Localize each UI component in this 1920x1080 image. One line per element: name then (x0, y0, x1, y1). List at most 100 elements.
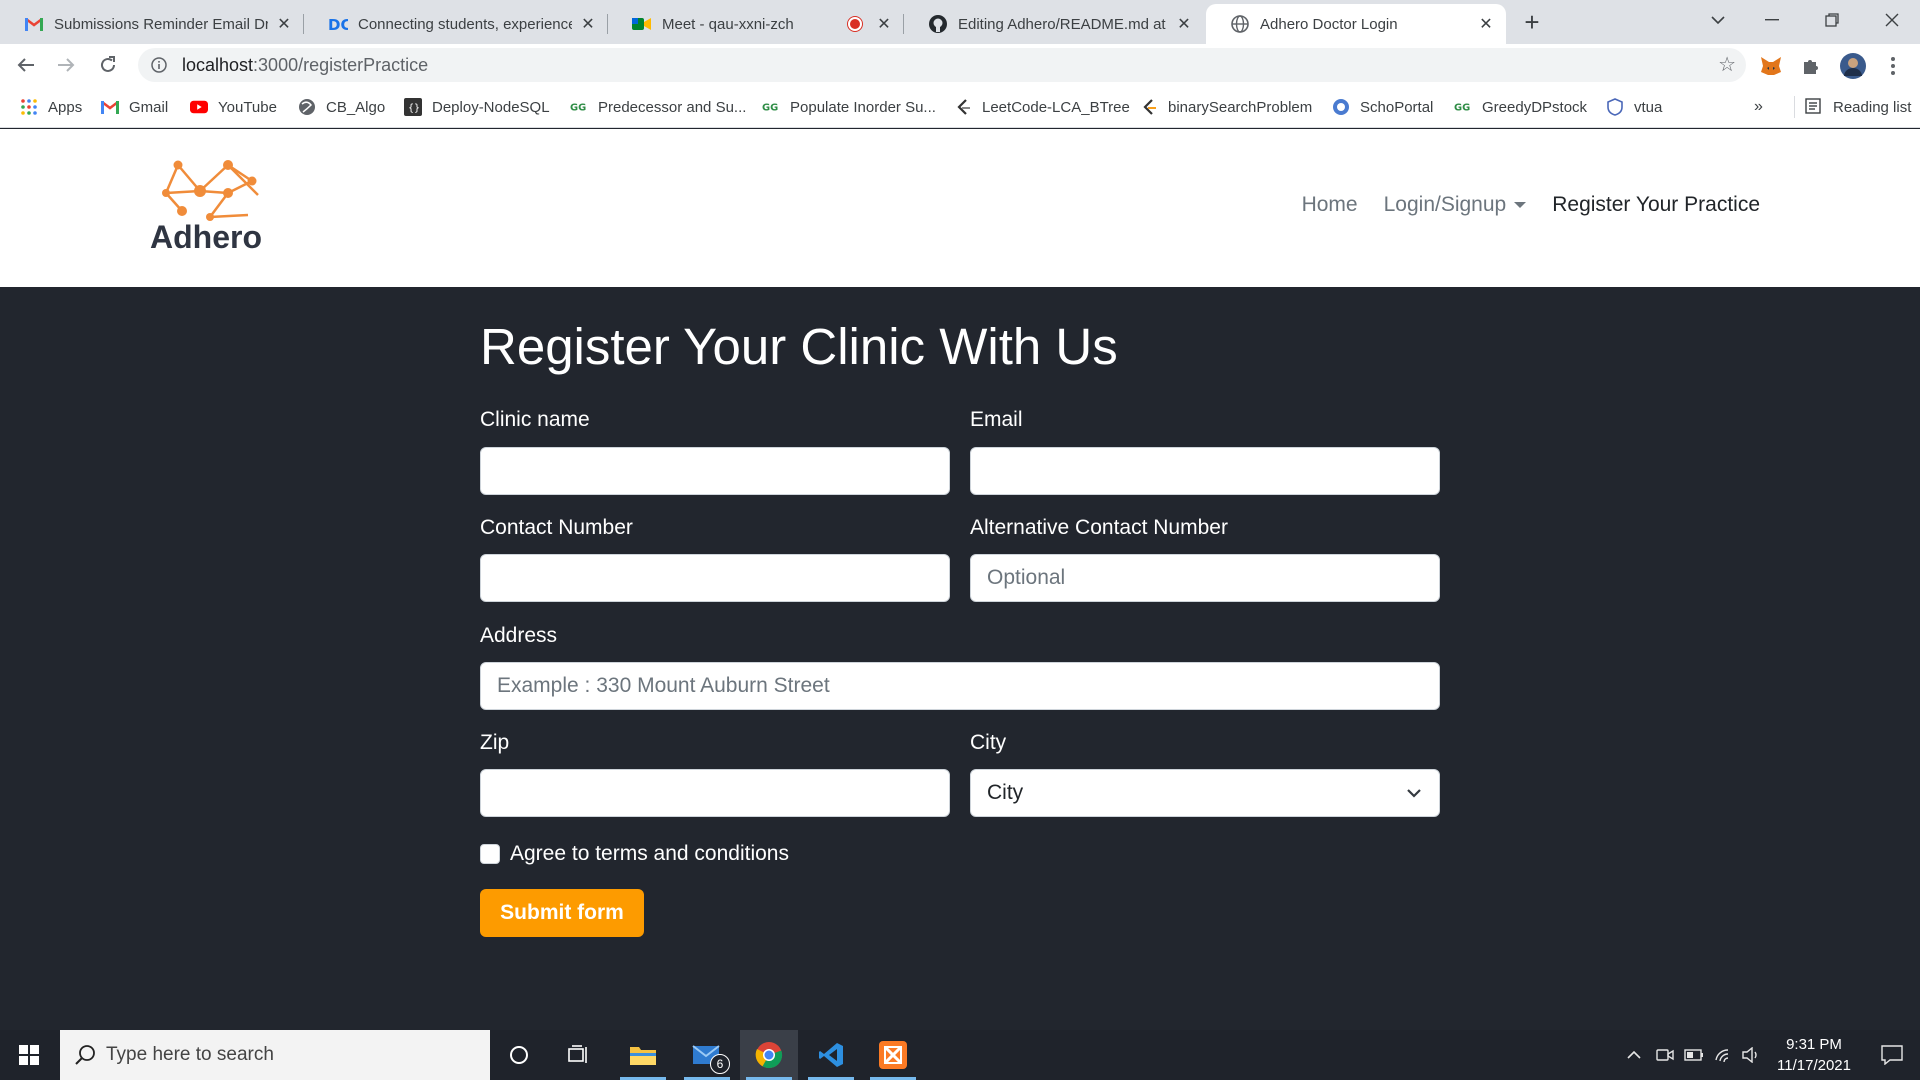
chevron-down-icon (1407, 789, 1421, 798)
close-tab-icon[interactable]: ✕ (1476, 14, 1496, 34)
bookmark-label: Populate Inorder Su... (790, 98, 936, 116)
reload-icon[interactable] (92, 49, 124, 81)
chevron-up-icon[interactable] (1620, 1030, 1648, 1080)
svg-text:DC: DC (328, 16, 348, 33)
terms-checkbox[interactable] (480, 844, 500, 864)
bookmark-vtua[interactable]: vtua (1606, 94, 1662, 120)
chrome-icon[interactable] (740, 1030, 798, 1080)
nav-home-link[interactable]: Home (1302, 193, 1358, 217)
bookmark-label: GreedyDPstock (1482, 98, 1588, 116)
email-input[interactable] (970, 447, 1440, 495)
bookmark-populate-inorder[interactable]: GG Populate Inorder Su... (762, 94, 936, 120)
tab-gmail[interactable]: Submissions Reminder Email Dra ✕ (0, 4, 304, 44)
browser-menu-icon[interactable] (1878, 51, 1908, 81)
bookmark-star-icon[interactable]: ☆ (1718, 52, 1736, 77)
reading-list-button[interactable]: Reading list (1794, 94, 1911, 120)
clinic-name-input[interactable] (480, 447, 950, 495)
tab-search-chevron-icon[interactable] (1690, 0, 1746, 40)
bookmark-predecessor[interactable]: GG Predecessor and Su... (570, 94, 746, 120)
city-select[interactable]: City (970, 769, 1440, 817)
tab-github[interactable]: Editing Adhero/README.md at m ✕ (904, 4, 1204, 44)
extensions-puzzle-icon[interactable] (1796, 51, 1826, 81)
nav-login-label: Login/Signup (1383, 193, 1507, 216)
zip-input[interactable] (480, 769, 950, 817)
clock-time: 9:31 PM (1786, 1036, 1842, 1053)
bookmark-label: YouTube (218, 98, 277, 116)
tab-adhero-doctor-login[interactable]: Adhero Doctor Login ✕ (1206, 4, 1506, 44)
close-tab-icon[interactable]: ✕ (274, 14, 294, 34)
address-bar[interactable]: localhost:3000/registerPractice ☆ (138, 48, 1746, 82)
submit-form-button[interactable]: Submit form (480, 889, 644, 937)
xampp-icon[interactable] (864, 1030, 922, 1080)
reading-list-label: Reading list (1833, 98, 1912, 116)
geeksforgeeks-icon: GG (1454, 98, 1472, 116)
address-input[interactable] (480, 662, 1440, 710)
svg-text:GG: GG (1454, 103, 1470, 113)
bookmark-apps[interactable]: Apps (20, 94, 82, 120)
recording-icon (848, 17, 862, 31)
contact-number-label: Contact Number (480, 516, 633, 539)
windows-start-icon[interactable] (0, 1030, 58, 1080)
bookmark-cb-algo[interactable]: CB_Algo (298, 94, 385, 120)
minimize-window-icon[interactable] (1744, 0, 1800, 40)
terms-checkbox-row[interactable]: Agree to terms and conditions (480, 842, 789, 866)
volume-icon[interactable] (1738, 1030, 1764, 1080)
profile-avatar[interactable] (1838, 51, 1868, 81)
zip-label: Zip (480, 731, 510, 754)
mail-badge: 6 (710, 1054, 730, 1074)
taskbar-clock[interactable]: 9:31 PM 11/17/2021 (1766, 1034, 1862, 1076)
bookmark-greedy-dp-stock[interactable]: GG GreedyDPstock (1454, 94, 1587, 120)
notification-center-icon[interactable] (1864, 1030, 1920, 1080)
url-host: localhost (182, 54, 254, 75)
youtube-icon (190, 98, 208, 116)
search-icon (75, 1045, 95, 1065)
geeksforgeeks-icon: GG (762, 98, 780, 116)
site-header: Adhero Home Login/Signup Register Your P… (0, 129, 1920, 287)
bookmark-gmail[interactable]: Gmail (101, 94, 168, 120)
new-tab-button[interactable]: + (1518, 7, 1546, 37)
metamask-fox-icon[interactable] (1756, 51, 1786, 81)
meet-now-icon[interactable] (1652, 1030, 1678, 1080)
nav-login-signup-dropdown[interactable]: Login/Signup (1384, 193, 1527, 217)
bookmark-label: Predecessor and Su... (598, 98, 747, 116)
cortana-icon[interactable] (490, 1030, 548, 1080)
email-label: Email (970, 408, 1023, 431)
back-arrow-icon[interactable] (10, 49, 42, 81)
close-tab-icon[interactable]: ✕ (578, 14, 598, 34)
task-view-icon[interactable] (550, 1030, 608, 1080)
bookmark-deploy-nodesql[interactable]: {} Deploy-NodeSQL (404, 94, 550, 120)
portal-icon (1332, 98, 1350, 116)
bookmarks-separator (1794, 96, 1795, 118)
alt-contact-number-input[interactable] (970, 554, 1440, 602)
bookmark-label: Gmail (129, 98, 169, 116)
nav-register-practice-link[interactable]: Register Your Practice (1552, 193, 1760, 217)
forward-arrow-icon[interactable] (50, 49, 82, 81)
close-tab-icon[interactable]: ✕ (874, 14, 894, 34)
tab-title: Submissions Reminder Email Dra (54, 15, 268, 33)
bookmark-youtube[interactable]: YouTube (190, 94, 277, 120)
browser-tab-strip: Submissions Reminder Email Dra ✕ DC Conn… (0, 0, 1920, 44)
leetcode-icon (1140, 98, 1158, 116)
bookmark-schoportal[interactable]: SchoPortal (1332, 94, 1433, 120)
alt-contact-number-label: Alternative Contact Number (970, 516, 1228, 539)
city-label: City (970, 731, 1007, 754)
bookmark-binary-search[interactable]: binarySearchProblem (1140, 94, 1312, 120)
bookmark-leetcode-lca[interactable]: LeetCode-LCA_BTree (954, 94, 1130, 120)
vscode-icon[interactable] (802, 1030, 860, 1080)
close-tab-icon[interactable]: ✕ (1174, 14, 1194, 34)
tab-title: Meet - qau-xxni-zch (662, 15, 794, 33)
contact-number-input[interactable] (480, 554, 950, 602)
site-info-icon[interactable] (142, 57, 176, 73)
battery-icon[interactable] (1680, 1030, 1708, 1080)
mail-icon[interactable]: 6 (678, 1030, 736, 1080)
restore-window-icon[interactable] (1804, 0, 1860, 40)
file-explorer-icon[interactable] (614, 1030, 672, 1080)
close-window-icon[interactable] (1864, 0, 1920, 40)
bookmarks-overflow-button[interactable]: » (1754, 98, 1763, 116)
wifi-icon[interactable] (1710, 1030, 1738, 1080)
tab-connecting-students[interactable]: DC Connecting students, experience ✕ (304, 4, 608, 44)
taskbar-search-box[interactable]: Type here to search (60, 1030, 490, 1080)
tab-meet[interactable]: Meet - qau-xxni-zch ✕ (608, 4, 904, 44)
brand-name[interactable]: Adhero (150, 219, 262, 256)
bookmark-label: vtua (1634, 98, 1663, 116)
